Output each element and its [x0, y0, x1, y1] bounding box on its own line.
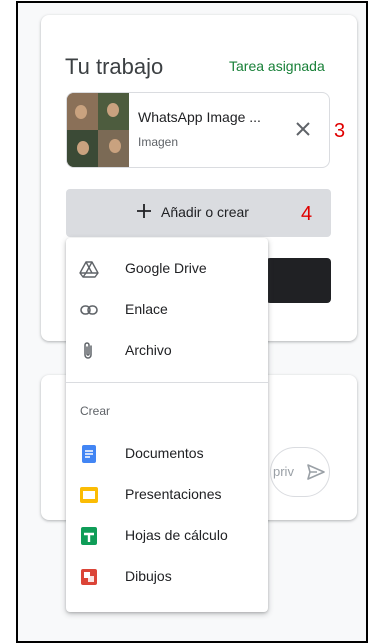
- google-slides-icon: [79, 485, 99, 505]
- assignment-status: Tarea asignada: [229, 58, 325, 74]
- add-or-create-button[interactable]: Añadir o crear: [66, 189, 331, 237]
- attachment-type: Imagen: [138, 135, 179, 149]
- menu-item-label: Presentaciones: [125, 486, 222, 502]
- menu-item-link[interactable]: Enlace: [66, 290, 268, 330]
- private-comment-input[interactable]: priv: [270, 447, 330, 497]
- menu-item-label: Archivo: [125, 342, 172, 358]
- menu-item-label: Documentos: [125, 445, 204, 461]
- annotation-marker-3: 3: [334, 120, 346, 142]
- google-drive-icon: [79, 259, 99, 279]
- menu-item-label: Enlace: [125, 301, 168, 317]
- menu-item-label: Google Drive: [125, 260, 207, 276]
- attachment-card[interactable]: WhatsApp Image ... Imagen: [66, 92, 330, 168]
- add-or-create-label: Añadir o crear: [161, 204, 249, 220]
- comment-placeholder: priv: [273, 464, 294, 479]
- paperclip-icon: [79, 341, 99, 361]
- close-icon[interactable]: [291, 117, 315, 141]
- menu-item-slides[interactable]: Presentaciones: [66, 475, 268, 515]
- google-docs-icon: [79, 444, 99, 464]
- attachment-title: WhatsApp Image ...: [138, 109, 261, 125]
- link-icon: [79, 300, 99, 320]
- plus-icon: [135, 202, 153, 220]
- menu-item-docs[interactable]: Documentos: [66, 434, 268, 474]
- google-sheets-icon: [79, 526, 99, 546]
- menu-item-drawings[interactable]: Dibujos: [66, 557, 268, 597]
- menu-item-sheets[interactable]: Hojas de cálculo: [66, 516, 268, 556]
- your-work-title: Tu trabajo: [65, 54, 164, 79]
- menu-item-google-drive[interactable]: Google Drive: [66, 249, 268, 289]
- annotation-marker-4: 4: [301, 203, 313, 225]
- send-icon[interactable]: [305, 461, 327, 483]
- menu-item-file[interactable]: Archivo: [66, 331, 268, 371]
- menu-item-label: Dibujos: [125, 568, 172, 584]
- create-section-header: Crear: [80, 404, 111, 418]
- menu-item-label: Hojas de cálculo: [125, 527, 228, 543]
- add-or-create-menu: Google Drive Enlace Archivo Crear Docume…: [66, 238, 268, 612]
- attachment-thumbnail: [67, 93, 129, 167]
- menu-divider: [66, 382, 268, 383]
- mark-as-done-button[interactable]: [266, 258, 331, 303]
- google-drawings-icon: [79, 567, 99, 587]
